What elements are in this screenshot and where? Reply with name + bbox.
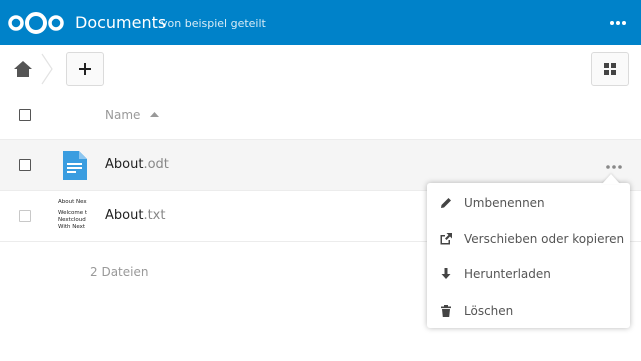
thumbnail-line: About Nex <box>58 199 87 205</box>
row-checkbox[interactable] <box>19 210 31 222</box>
thumbnail-line: Nextcloud <box>58 217 86 223</box>
breadcrumb-separator <box>41 53 53 85</box>
download-icon <box>441 268 451 279</box>
external-link-icon <box>440 233 452 245</box>
home-icon[interactable] <box>10 57 36 81</box>
menu-item-label: Herunterladen <box>464 267 551 281</box>
header-bar: Documents von beispiel geteilt <box>0 0 641 45</box>
file-thumbnail[interactable]: About Nex Welcome t Nextcloud With Next <box>58 199 94 233</box>
menu-item-delete[interactable]: Löschen <box>427 294 630 328</box>
row-actions-menu-icon[interactable] <box>604 163 624 171</box>
column-header-name[interactable]: Name <box>105 108 140 122</box>
menu-item-download[interactable]: Herunterladen <box>427 257 630 291</box>
sort-ascending-icon[interactable] <box>150 111 159 118</box>
more-horizontal-icon[interactable] <box>605 13 631 33</box>
nextcloud-logo-icon[interactable] <box>7 11 65 35</box>
menu-item-move-copy[interactable]: Verschieben oder kopieren <box>427 222 630 256</box>
add-button[interactable] <box>66 52 104 86</box>
plus-icon <box>79 63 91 75</box>
document-icon[interactable] <box>62 150 88 181</box>
file-count-summary: 2 Dateien <box>90 265 149 279</box>
row-checkbox[interactable] <box>19 159 31 171</box>
grid-view-icon <box>604 63 616 75</box>
menu-item-rename[interactable]: Umbenennen <box>427 186 630 220</box>
file-extension: .txt <box>143 208 166 223</box>
menu-item-label: Verschieben oder kopieren <box>464 232 625 246</box>
file-extension: .odt <box>143 157 169 172</box>
menu-item-label: Umbenennen <box>464 196 545 210</box>
file-basename: About <box>105 157 144 172</box>
file-name-link[interactable]: About.txt <box>105 208 165 223</box>
shared-by-subtitle: von beispiel geteilt <box>161 17 266 30</box>
menu-item-label: Löschen <box>464 304 514 318</box>
popover-arrow <box>602 174 620 184</box>
pencil-icon <box>441 198 451 208</box>
page-title: Documents <box>75 13 167 32</box>
view-toggle-button[interactable] <box>591 52 629 86</box>
file-name-link[interactable]: About.odt <box>105 157 169 172</box>
thumbnail-line: Welcome t <box>58 210 88 216</box>
thumbnail-line: With Next <box>58 224 86 230</box>
trash-icon <box>441 305 451 317</box>
file-basename: About <box>105 208 144 223</box>
select-all-checkbox[interactable] <box>19 109 31 121</box>
